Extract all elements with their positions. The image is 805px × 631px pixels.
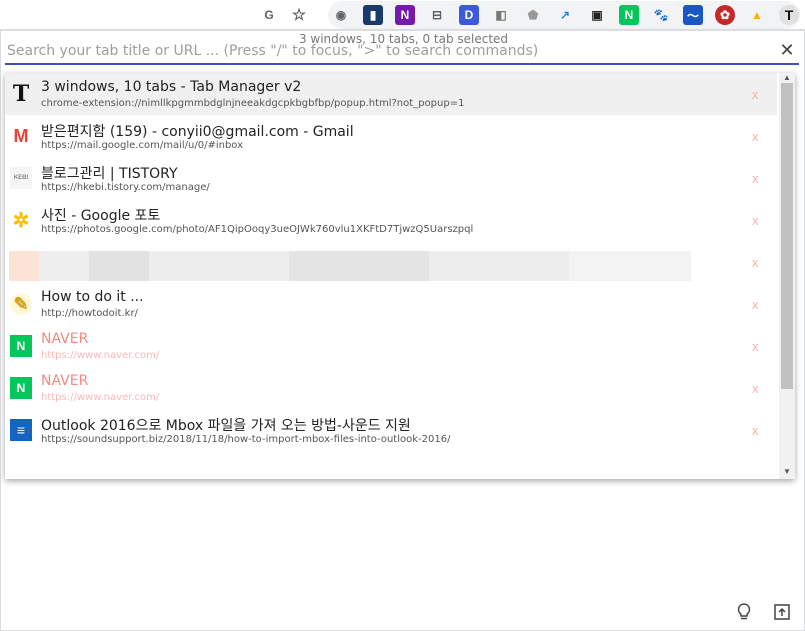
shield-extension-icon[interactable]: ⬟	[523, 5, 543, 25]
tab-row[interactable]: ✎ How to do it ... http://howtodoit.kr/ …	[5, 283, 777, 325]
google-drive-icon[interactable]: ▲	[747, 5, 767, 25]
tab-list-scrollbar[interactable]: ▲ ▼	[779, 73, 795, 479]
chart-extension-icon[interactable]: ▮	[363, 5, 383, 25]
bookmark-star-icon[interactable]: ☆	[289, 5, 309, 25]
tab-row[interactable]: KEBI 블로그관리 | TISTORY https://hkebi.tisto…	[5, 157, 777, 199]
tab-row[interactable]: ✲ 사진 - Google 포토 https://photos.google.c…	[5, 199, 777, 241]
translate-icon[interactable]: G	[259, 5, 279, 25]
naver-favicon-icon: N	[10, 335, 32, 357]
close-tab-button[interactable]: x	[752, 129, 759, 144]
camera-extension-icon[interactable]: ◉	[331, 5, 351, 25]
tab-row[interactable]: ≡ Outlook 2016으로 Mbox 파일을 가져 오는 방법-사운드 지…	[5, 409, 777, 451]
tab-row[interactable]: N NAVER https://www.naver.com/ x	[5, 367, 777, 409]
tab-url: https://www.naver.com/	[41, 392, 160, 403]
tab-title: 블로그관리 | TISTORY	[41, 166, 178, 182]
wave-extension-icon[interactable]: 〜	[683, 5, 703, 25]
open-in-window-icon[interactable]	[771, 601, 793, 623]
tab-manager-favicon-icon: T	[12, 81, 30, 107]
browser-toolbar: G ☆ ◉ ▮ N ⊟ D ◧ ⬟ ↗ ▣ N 🐾 〜 ✿ ▲ T	[0, 0, 805, 30]
flower-extension-icon[interactable]: ✿	[715, 5, 735, 25]
close-tab-button[interactable]: x	[752, 213, 759, 228]
tab-row[interactable]: M 받은편지함 (159) - conyii0@gmail.com - Gmai…	[5, 115, 777, 157]
tab-row[interactable]: x	[5, 241, 777, 283]
tab-title: NAVER	[41, 373, 89, 389]
tab-title: 사진 - Google 포토	[41, 208, 161, 224]
tab-row[interactable]: N NAVER https://www.naver.com/ x	[5, 325, 777, 367]
office-extension-icon[interactable]: ◧	[491, 5, 511, 25]
lightbulb-icon[interactable]	[733, 601, 755, 623]
search-bar: ✕	[5, 39, 799, 65]
tab-url: https://photos.google.com/photo/AF1QipOo…	[41, 224, 474, 235]
tab-title: How to do it ...	[41, 289, 144, 305]
picture-in-picture-icon[interactable]: ▣	[587, 5, 607, 25]
scroll-up-icon[interactable]: ▲	[779, 73, 795, 82]
close-tab-button[interactable]: x	[752, 423, 759, 438]
tistory-favicon-icon: KEBI	[10, 167, 32, 189]
close-tab-button[interactable]: x	[752, 255, 759, 270]
scrollbar-thumb[interactable]	[781, 83, 793, 389]
close-tab-button[interactable]: x	[752, 297, 759, 312]
tab-list: T 3 windows, 10 tabs - Tab Manager v2 ch…	[5, 73, 795, 479]
close-icon[interactable]: ✕	[777, 40, 797, 60]
onenote-extension-icon[interactable]: N	[395, 5, 415, 25]
close-tab-button[interactable]: x	[752, 339, 759, 354]
scroll-down-icon[interactable]: ▼	[779, 467, 795, 476]
tab-url: http://howtodoit.kr/	[41, 308, 138, 319]
redacted-tab-content	[9, 251, 691, 281]
arrow-extension-icon[interactable]: ↗	[555, 5, 575, 25]
close-tab-button[interactable]: x	[752, 171, 759, 186]
close-tab-button[interactable]: x	[752, 381, 759, 396]
tab-url: https://www.naver.com/	[41, 350, 160, 361]
soundsupport-favicon-icon: ≡	[10, 419, 32, 441]
tab-manager-extension-icon[interactable]: T	[779, 5, 799, 25]
tab-url: chrome-extension://nimllkpgmmbdglnjneeak…	[41, 98, 465, 109]
howtodoit-favicon-icon: ✎	[10, 293, 32, 315]
tab-url: https://soundsupport.biz/2018/11/18/how-…	[41, 434, 451, 445]
tab-url: https://mail.google.com/mail/u/0/#inbox	[41, 140, 244, 151]
paw-extension-icon[interactable]: 🐾	[651, 5, 671, 25]
tab-url: https://hkebi.tistory.com/manage/	[41, 182, 210, 193]
gmail-favicon-icon: M	[13, 125, 29, 146]
search-input[interactable]	[5, 39, 775, 63]
tab-row[interactable]: T 3 windows, 10 tabs - Tab Manager v2 ch…	[5, 73, 777, 115]
window-extension-icon[interactable]: ⊟	[427, 5, 447, 25]
tab-title: NAVER	[41, 331, 89, 347]
tab-manager-popup: 3 windows, 10 tabs, 0 tab selected ✕ T 3…	[0, 30, 805, 631]
tab-title: 3 windows, 10 tabs - Tab Manager v2	[41, 79, 302, 95]
google-photos-favicon-icon: ✲	[12, 209, 30, 232]
naver-favicon-icon: N	[10, 377, 32, 399]
close-tab-button[interactable]: x	[752, 87, 759, 102]
tab-title: Outlook 2016으로 Mbox 파일을 가져 오는 방법-사운드 지원	[41, 418, 411, 434]
naver-extension-icon[interactable]: N	[619, 5, 639, 25]
tab-title: 받은편지함 (159) - conyii0@gmail.com - Gmail	[41, 124, 354, 140]
d-extension-icon[interactable]: D	[459, 5, 479, 25]
